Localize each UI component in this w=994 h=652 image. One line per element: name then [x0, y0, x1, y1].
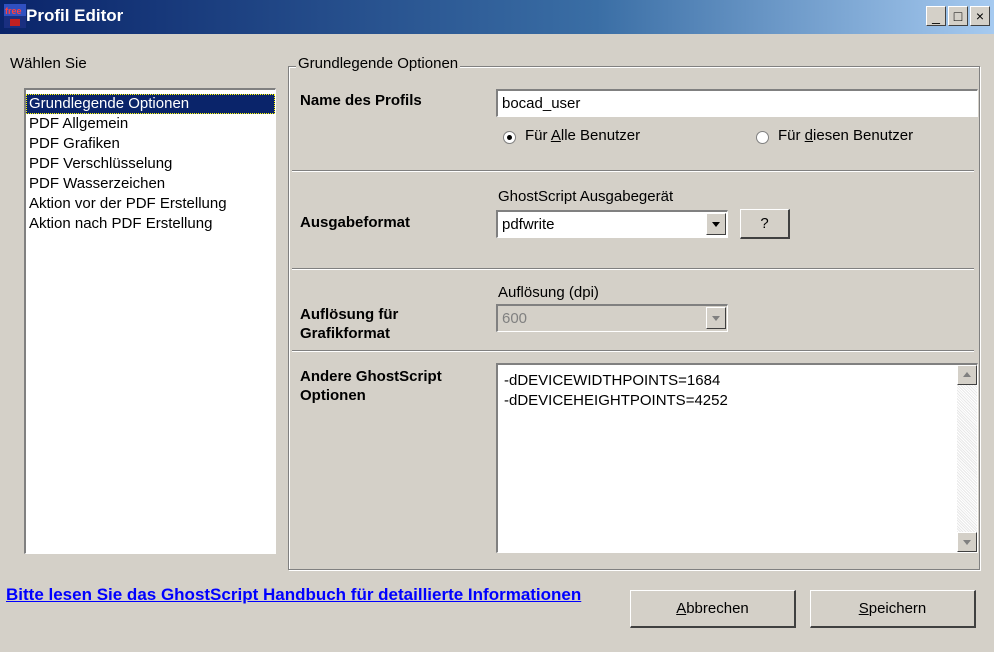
save-button[interactable]: Speichern [810, 590, 976, 628]
scroll-down-button[interactable] [957, 532, 977, 552]
app-icon: free [4, 4, 26, 28]
profile-name-label: Name des Profils [300, 92, 422, 109]
list-item-pdf-allgemein[interactable]: PDF Allgemein [26, 114, 275, 134]
app-icon-text: free [5, 6, 22, 16]
help-button[interactable]: ? [740, 209, 790, 239]
radio-all-users-label: Für Alle Benutzer [525, 127, 641, 144]
ghostscript-device-caption: GhostScript Ausgabegerät [498, 188, 674, 205]
option-line: -dDEVICEWIDTHPOINTS=1684 [504, 372, 721, 389]
profile-name-input[interactable] [496, 89, 978, 117]
cancel-button[interactable]: Abbrechen [630, 590, 796, 628]
options-text: -dDEVICEWIDTHPOINTS=1684 -dDEVICEHEIGHTP… [504, 371, 728, 411]
resolution-label: Auflösung für Grafikformat [300, 306, 399, 342]
resolution-caption: Auflösung (dpi) [498, 284, 599, 301]
close-button[interactable]: × [970, 6, 990, 26]
ghostscript-manual-link[interactable]: Bitte lesen Sie das GhostScript Handbuch… [6, 584, 626, 606]
other-options-label: Andere GhostScript Optionen [300, 368, 442, 404]
output-device-dropdown-button[interactable] [706, 213, 726, 235]
radio-this-user-label: Für diesen Benutzer [778, 127, 914, 144]
list-item-pdf-grafiken[interactable]: PDF Grafiken [26, 134, 275, 154]
option-line: -dDEVICEHEIGHTPOINTS=4252 [504, 392, 728, 409]
list-item-grundlegende-optionen[interactable]: Grundlegende Optionen [26, 94, 275, 114]
radio-this-user[interactable] [756, 131, 769, 144]
separator [292, 170, 974, 172]
title-bar[interactable] [0, 0, 994, 34]
resolution-select[interactable]: 600 [496, 304, 728, 332]
arrow-down-icon [963, 540, 971, 545]
arrow-up-icon [963, 372, 971, 377]
group-title: Grundlegende Optionen [296, 55, 461, 72]
vertical-scrollbar[interactable] [957, 365, 977, 552]
maximize-button[interactable]: □ [948, 6, 968, 26]
scroll-up-button[interactable] [957, 365, 977, 385]
output-device-value: pdfwrite [502, 216, 555, 233]
resolution-dropdown-button[interactable] [706, 307, 726, 329]
list-item-pdf-wasserzeichen[interactable]: PDF Wasserzeichen [26, 174, 275, 194]
chevron-down-icon [712, 222, 720, 227]
list-item-aktion-vor[interactable]: Aktion vor der PDF Erstellung [26, 194, 275, 214]
sidebar-label: Wählen Sie [10, 55, 87, 72]
output-format-label: Ausgabeformat [300, 214, 411, 231]
list-item-pdf-verschluesselung[interactable]: PDF Verschlüsselung [26, 154, 275, 174]
output-device-select[interactable]: pdfwrite [496, 210, 728, 238]
window-title: Profil Editor [26, 6, 124, 25]
separator [292, 350, 974, 352]
resolution-value: 600 [502, 310, 528, 327]
chevron-down-icon [712, 316, 720, 321]
list-item-aktion-nach[interactable]: Aktion nach PDF Erstellung [26, 214, 275, 234]
separator [292, 268, 974, 270]
minimize-button[interactable]: _ [926, 6, 946, 26]
category-list[interactable]: Grundlegende Optionen PDF Allgemein PDF … [24, 88, 276, 554]
radio-all-users[interactable] [503, 131, 516, 144]
ghostscript-options-textarea[interactable]: -dDEVICEWIDTHPOINTS=1684 -dDEVICEHEIGHTP… [496, 363, 978, 553]
